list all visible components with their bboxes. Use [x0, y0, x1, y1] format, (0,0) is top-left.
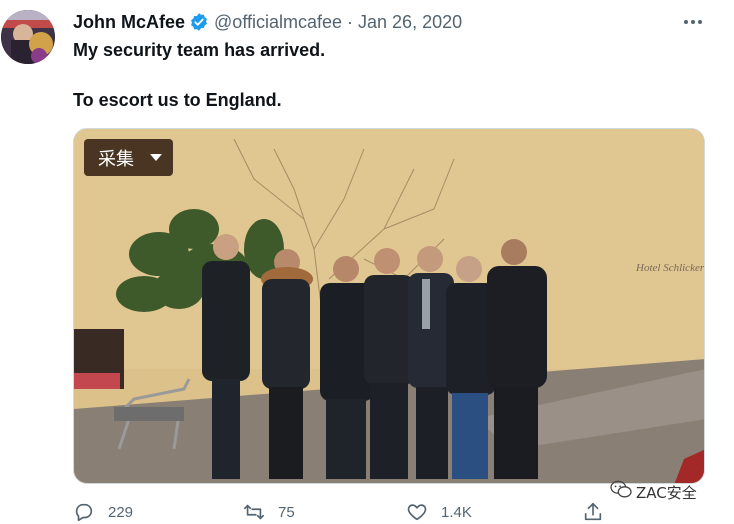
share-button[interactable] — [582, 498, 604, 524]
hotel-sign: Hotel Schlicker — [635, 262, 705, 274]
author-name[interactable]: John McAfee — [73, 12, 185, 33]
tweet-photo[interactable]: Hotel Schlicker — [73, 128, 705, 484]
collect-button[interactable]: 采集 — [84, 139, 173, 176]
reply-count: 229 — [108, 503, 134, 521]
like-button[interactable]: 1.4K — [406, 498, 472, 524]
wechat-icon — [610, 480, 632, 505]
more-options-icon[interactable] — [681, 12, 705, 32]
tweet: John McAfee @officialmcafee · Jan 26, 20… — [0, 0, 734, 524]
avatar[interactable] — [1, 10, 55, 64]
tweet-text-line-2: To escort us to England. — [73, 90, 282, 110]
retweet-button[interactable]: 75 — [243, 498, 295, 524]
handle-and-date[interactable]: @officialmcafee · Jan 26, 2020 — [214, 12, 462, 33]
retweet-icon — [243, 501, 265, 523]
retweet-count: 75 — [278, 503, 295, 521]
caret-down-icon — [150, 154, 162, 161]
tweet-header: John McAfee @officialmcafee · Jan 26, 20… — [73, 11, 462, 33]
heart-icon — [406, 501, 428, 523]
like-count: 1.4K — [441, 503, 472, 521]
watermark-text: ZAC安全 — [636, 483, 697, 502]
collect-label: 采集 — [98, 148, 134, 170]
share-icon — [582, 501, 604, 523]
tweet-text-line-1: My security team has arrived. — [73, 40, 326, 60]
reply-button[interactable]: 229 — [73, 498, 133, 524]
watermark: ZAC安全 — [610, 480, 697, 504]
verified-badge-icon — [189, 12, 209, 32]
reply-icon — [73, 501, 95, 523]
